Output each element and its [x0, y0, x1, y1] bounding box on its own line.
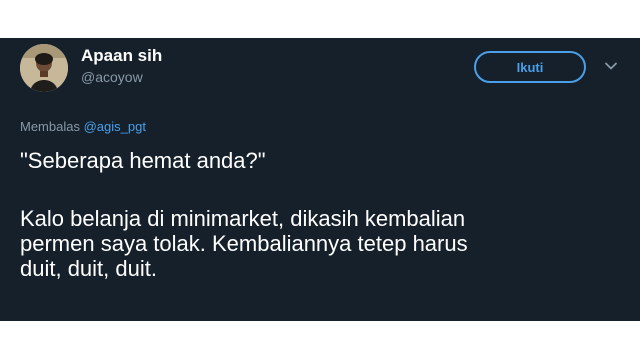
avatar-image: [20, 44, 68, 92]
follow-button-label: Ikuti: [516, 59, 544, 75]
author-handle[interactable]: @acoyow: [81, 69, 143, 85]
reply-context: Membalas @agis_pgt: [20, 119, 146, 134]
chevron-down-icon[interactable]: [604, 59, 618, 73]
reply-prefix: Membalas: [20, 119, 80, 134]
tweet-card: Apaan sih @acoyow Ikuti Membalas @agis_p…: [0, 38, 640, 321]
tweet-text-line: duit, duit, duit.: [20, 256, 157, 281]
avatar[interactable]: [20, 44, 68, 92]
reply-mention-link[interactable]: @agis_pgt: [84, 119, 146, 134]
tweet-text-line: Kalo belanja di minimarket, dikasih kemb…: [20, 206, 466, 231]
follow-button[interactable]: Ikuti: [474, 51, 586, 83]
tweet-text-line: "Seberapa hemat anda?": [20, 148, 266, 173]
author-display-name[interactable]: Apaan sih: [81, 46, 162, 66]
tweet-text: "Seberapa hemat anda?" Kalo belanja di m…: [20, 148, 625, 281]
tweet-text-line: permen saya tolak. Kembaliannya tetep ha…: [20, 231, 468, 256]
